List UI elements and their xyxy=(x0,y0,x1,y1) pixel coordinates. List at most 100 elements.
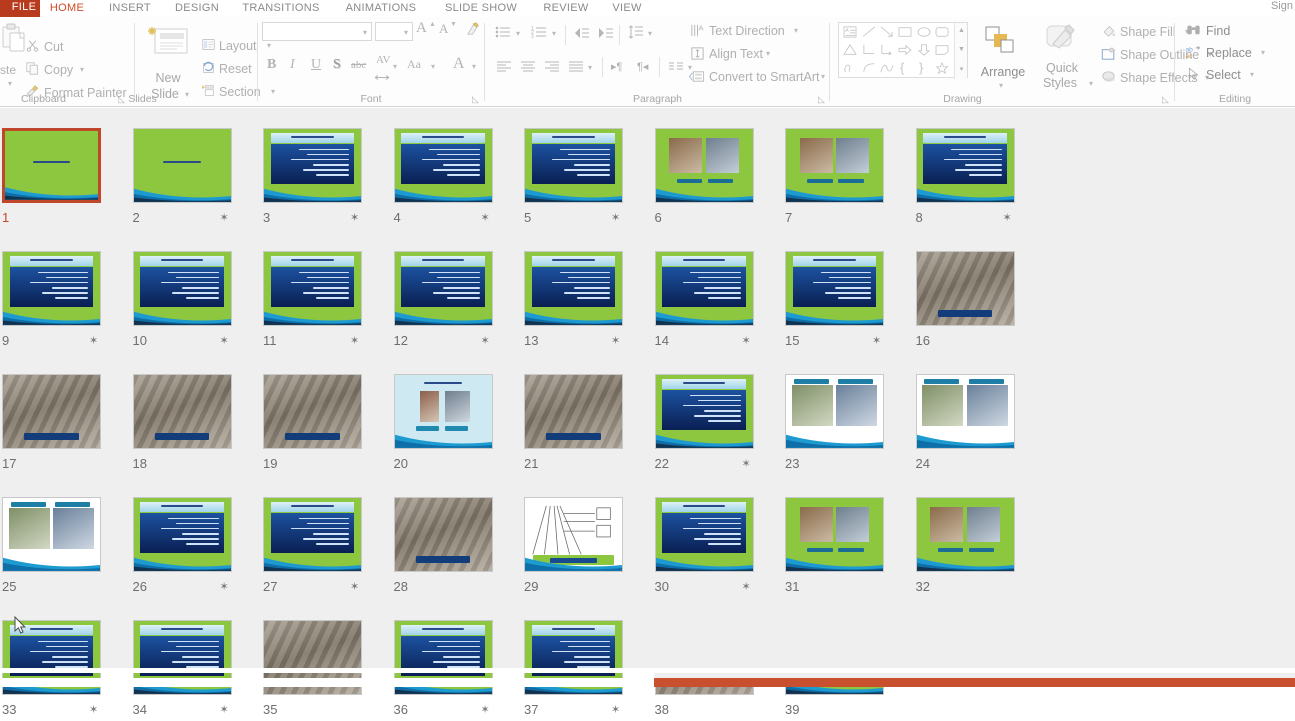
slide-cell-1[interactable]: 1 xyxy=(2,128,101,229)
slide-animation-star-icon-14[interactable]: ✶ xyxy=(742,336,751,347)
section-button[interactable]: Section xyxy=(219,84,261,100)
line-spacing-chevron-down-icon[interactable]: ▾ xyxy=(648,29,652,38)
quick-styles-icon[interactable] xyxy=(1045,24,1077,59)
tab-review[interactable]: REVIEW xyxy=(534,0,598,17)
underline-button[interactable]: U xyxy=(311,57,321,73)
slide-thumbnail-20[interactable] xyxy=(393,374,493,449)
slide-animation-star-icon-8[interactable]: ✶ xyxy=(1003,213,1012,224)
bullets-icon[interactable] xyxy=(495,25,511,44)
slide-thumbnail-18[interactable] xyxy=(132,374,232,449)
slide-thumbnail-15[interactable] xyxy=(785,251,884,326)
slide-cell-30[interactable]: 30 ✶ xyxy=(654,497,754,598)
layout-button[interactable]: Layout xyxy=(219,38,257,54)
shape-rectangle-icon[interactable] xyxy=(898,26,912,40)
slide-animation-star-icon-26[interactable]: ✶ xyxy=(220,582,229,593)
quick-styles-chevron-down-icon[interactable]: ▾ xyxy=(1089,79,1093,88)
shape-elbow-arrow-icon[interactable] xyxy=(880,44,894,58)
slide-thumbnail-23[interactable] xyxy=(785,374,884,449)
new-slide-icon[interactable] xyxy=(147,25,189,60)
numbering-icon[interactable]: 123 xyxy=(531,25,547,44)
tab-slide-show[interactable]: SLIDE SHOW xyxy=(435,0,527,17)
tab-insert[interactable]: INSERT xyxy=(100,0,160,17)
slide-thumbnail-11[interactable] xyxy=(263,251,362,326)
tab-home[interactable]: HOME xyxy=(40,0,94,17)
slide-thumbnail-4[interactable] xyxy=(393,128,493,203)
clear-formatting-icon[interactable] xyxy=(465,22,480,42)
font-size-chevron-down-icon[interactable]: ▾ xyxy=(404,28,408,37)
replace-icon[interactable]: ab ac xyxy=(1185,45,1201,65)
smartart-chevron-down-icon[interactable]: ▾ xyxy=(821,72,825,81)
shape-right-arrow-icon[interactable] xyxy=(898,44,912,58)
slide-cell-11[interactable]: 11 ✶ xyxy=(263,251,362,352)
slide-cell-23[interactable]: 23 xyxy=(785,374,884,475)
grow-font-button[interactable]: A xyxy=(416,20,427,37)
slide-cell-29[interactable]: 29 xyxy=(524,497,623,598)
slide-cell-19[interactable]: 19 xyxy=(263,374,362,475)
shape-line-icon[interactable] xyxy=(862,26,876,40)
ltr-text-direction-icon[interactable]: ▸¶ xyxy=(611,60,622,73)
align-text-icon[interactable] xyxy=(690,46,705,66)
slide-cell-24[interactable]: 24 xyxy=(915,374,1015,475)
reset-icon[interactable] xyxy=(202,61,215,79)
justify-chevron-down-icon[interactable]: ▾ xyxy=(588,63,592,72)
font-size-input[interactable]: ▾ xyxy=(375,22,413,41)
binoculars-icon[interactable] xyxy=(1186,23,1201,42)
slide-animation-star-icon-34[interactable]: ✶ xyxy=(220,705,229,716)
slide-cell-26[interactable]: 26 ✶ xyxy=(132,497,232,598)
slide-cell-12[interactable]: 12 ✶ xyxy=(393,251,493,352)
paste-chevron-down-icon[interactable]: ▾ xyxy=(8,79,12,88)
convert-to-smartart-button[interactable]: Convert to SmartArt xyxy=(709,69,819,85)
slide-thumbnail-17[interactable] xyxy=(2,374,101,449)
copy-chevron-down-icon[interactable]: ▾ xyxy=(80,65,84,74)
slide-thumbnail-13[interactable] xyxy=(524,251,623,326)
slide-cell-13[interactable]: 13 ✶ xyxy=(524,251,623,352)
slide-thumbnail-2[interactable] xyxy=(132,128,232,203)
numbering-chevron-down-icon[interactable]: ▾ xyxy=(552,29,556,38)
shapes-scroll-down-icon[interactable]: ▼ xyxy=(955,43,968,56)
shape-outline-icon[interactable] xyxy=(1101,47,1116,66)
text-shadow-button[interactable]: S xyxy=(333,57,341,73)
slide-cell-16[interactable]: 16 xyxy=(915,251,1015,352)
slide-cell-6[interactable]: 6 xyxy=(654,128,754,229)
slide-thumbnail-21[interactable] xyxy=(524,374,623,449)
slide-animation-star-icon-10[interactable]: ✶ xyxy=(220,336,229,347)
slide-thumbnail-8[interactable] xyxy=(915,128,1015,203)
find-button[interactable]: Find xyxy=(1206,23,1230,39)
columns-icon[interactable] xyxy=(668,60,684,78)
slide-thumbnail-28[interactable] xyxy=(393,497,493,572)
slide-animation-star-icon-12[interactable]: ✶ xyxy=(481,336,490,347)
slide-animation-star-icon-4[interactable]: ✶ xyxy=(481,213,490,224)
slide-thumbnail-16[interactable] xyxy=(915,251,1015,326)
increase-indent-icon[interactable] xyxy=(598,26,614,44)
slide-animation-star-icon-27[interactable]: ✶ xyxy=(350,582,359,593)
cut-icon[interactable] xyxy=(26,39,39,57)
cut-button[interactable]: Cut xyxy=(44,39,63,55)
quick-styles-label-bottom[interactable]: Styles xyxy=(1028,76,1092,91)
slide-cell-17[interactable]: 17 xyxy=(2,374,101,475)
slide-thumbnail-32[interactable] xyxy=(915,497,1015,572)
bullets-chevron-down-icon[interactable]: ▾ xyxy=(516,29,520,38)
shape-fill-icon[interactable] xyxy=(1101,24,1116,43)
slide-animation-star-icon-33[interactable]: ✶ xyxy=(89,705,98,716)
slide-cell-27[interactable]: 27 ✶ xyxy=(263,497,362,598)
text-direction-icon[interactable]: A xyxy=(690,23,705,43)
sign-in-link[interactable]: Sign xyxy=(1271,0,1293,12)
select-chevron-down-icon[interactable]: ▾ xyxy=(1250,70,1254,79)
slide-thumbnail-1[interactable] xyxy=(2,128,101,203)
slide-thumbnail-26[interactable] xyxy=(132,497,232,572)
change-case-chevron-down-icon[interactable]: ▾ xyxy=(431,62,435,71)
slide-cell-7[interactable]: 7 xyxy=(785,128,884,229)
font-color-button[interactable]: A xyxy=(453,55,465,73)
decrease-indent-icon[interactable] xyxy=(574,26,590,44)
arrange-chevron-down-icon[interactable]: ▾ xyxy=(999,81,1003,90)
change-case-button[interactable]: Aa xyxy=(407,57,421,72)
shapes-more-icon[interactable]: ▾ xyxy=(955,63,968,76)
slide-cell-5[interactable]: 5 ✶ xyxy=(524,128,623,229)
strikethrough-button[interactable]: abc xyxy=(351,59,366,71)
pointer-icon[interactable] xyxy=(1187,67,1200,86)
slide-cell-14[interactable]: 14 ✶ xyxy=(654,251,754,352)
align-text-button[interactable]: Align Text xyxy=(709,46,763,62)
character-spacing-button[interactable]: AV xyxy=(376,54,390,66)
shape-rounded-rectangle-icon[interactable] xyxy=(935,26,949,40)
slide-thumbnail-3[interactable] xyxy=(263,128,362,203)
